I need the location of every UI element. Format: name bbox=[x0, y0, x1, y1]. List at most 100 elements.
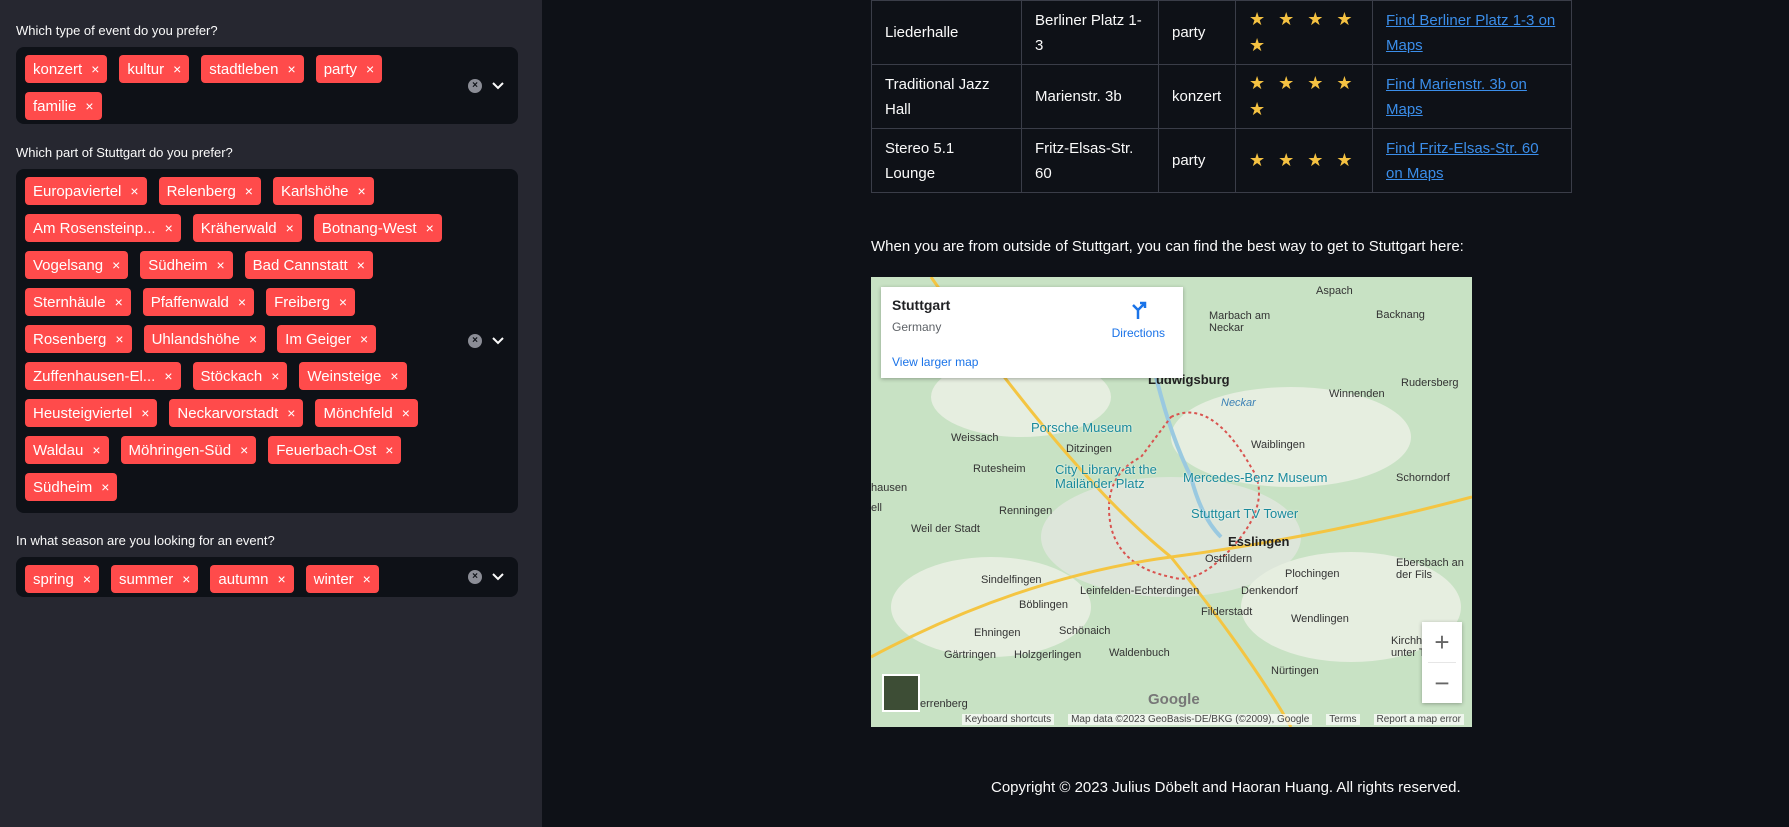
remove-tag-icon[interactable]: × bbox=[85, 98, 93, 114]
map-data-text: Map data ©2023 GeoBasis-DE/BKG (©2009), … bbox=[1068, 713, 1313, 725]
remove-tag-icon[interactable]: × bbox=[164, 368, 172, 384]
zoom-in-button[interactable]: + bbox=[1422, 622, 1462, 662]
remove-tag-icon[interactable]: × bbox=[115, 294, 123, 310]
season-label: In what season are you looking for an ev… bbox=[16, 533, 275, 548]
selected-tag: summer × bbox=[111, 565, 199, 593]
terms-link[interactable]: Terms bbox=[1326, 713, 1360, 725]
tag-label: Kräherwald bbox=[200, 219, 277, 237]
table-row: Stereo 5.1 Lounge Fritz-Elsas-Str. 60 pa… bbox=[871, 128, 1572, 193]
category-cell: konzert bbox=[1158, 64, 1236, 129]
poi-stuttgart-tv-tower[interactable]: Stuttgart TV Tower bbox=[1191, 506, 1298, 521]
selected-tag: Zuffenhausen-El... × bbox=[25, 362, 181, 390]
map-place-label: Leinfelden-Echterdingen bbox=[1080, 585, 1200, 597]
selected-tag: Möhringen-Süd × bbox=[120, 436, 257, 464]
map-place-label: Schorndorf bbox=[1396, 472, 1450, 484]
remove-tag-icon[interactable]: × bbox=[92, 442, 100, 458]
remove-tag-icon[interactable]: × bbox=[339, 294, 347, 310]
remove-tag-icon[interactable]: × bbox=[390, 368, 398, 384]
directions-button[interactable]: Directions bbox=[1112, 299, 1165, 340]
tag-label: Karlshöhe bbox=[280, 182, 349, 200]
map-link-cell: Find Berliner Platz 1-3 on Maps bbox=[1372, 0, 1572, 65]
tag-label: Pfaffenwald bbox=[150, 293, 229, 311]
remove-tag-icon[interactable]: × bbox=[165, 220, 173, 236]
remove-tag-icon[interactable]: × bbox=[141, 405, 149, 421]
category-cell: party bbox=[1158, 128, 1236, 193]
remove-tag-icon[interactable]: × bbox=[426, 220, 434, 236]
rating-cell: ★ ★ ★ ★ ★ bbox=[1235, 64, 1373, 129]
chevron-down-icon[interactable] bbox=[492, 573, 504, 581]
embedded-map[interactable]: Aspach Backnang Marbach am Neckar Ludwig… bbox=[871, 277, 1472, 727]
remove-tag-icon[interactable]: × bbox=[366, 61, 374, 77]
poi-mercedes-benz-museum[interactable]: Mercedes-Benz Museum bbox=[1183, 470, 1328, 485]
selected-tag: Heusteigviertel × bbox=[25, 399, 158, 427]
selected-tag: Mönchfeld × bbox=[315, 399, 418, 427]
remove-tag-icon[interactable]: × bbox=[238, 294, 246, 310]
map-place-label: Nürtingen bbox=[1271, 665, 1319, 677]
poi-city-library[interactable]: City Library at the Mailänder Platz bbox=[1055, 463, 1165, 491]
map-place-label: Waldenbuch bbox=[1109, 647, 1170, 659]
remove-tag-icon[interactable]: × bbox=[182, 571, 190, 587]
remove-tag-icon[interactable]: × bbox=[216, 257, 224, 273]
remove-tag-icon[interactable]: × bbox=[249, 331, 257, 347]
map-card-title: Stuttgart bbox=[892, 297, 951, 313]
maps-link[interactable]: Find Fritz-Elsas-Str. 60 on Maps bbox=[1386, 140, 1539, 182]
remove-tag-icon[interactable]: × bbox=[358, 183, 366, 199]
selected-tag: Neckarvorstadt × bbox=[169, 399, 304, 427]
map-place-label: Rutesheim bbox=[973, 463, 1026, 475]
tag-label: Sternhäule bbox=[33, 293, 106, 311]
remove-tag-icon[interactable]: × bbox=[245, 183, 253, 199]
remove-tag-icon[interactable]: × bbox=[130, 183, 138, 199]
remove-tag-icon[interactable]: × bbox=[288, 61, 296, 77]
remove-tag-icon[interactable]: × bbox=[277, 571, 285, 587]
tag-label: Südheim bbox=[33, 478, 93, 496]
selected-tag: Botnang-West × bbox=[313, 214, 442, 242]
tag-label: Möhringen-Süd bbox=[128, 441, 232, 459]
selected-tag: Vogelsang × bbox=[25, 251, 129, 279]
remove-tag-icon[interactable]: × bbox=[83, 571, 91, 587]
map-place-label: Holzgerlingen bbox=[1014, 649, 1082, 661]
remove-tag-icon[interactable]: × bbox=[357, 257, 365, 273]
map-caption: When you are from outside of Stuttgart, … bbox=[871, 238, 1464, 255]
remove-tag-icon[interactable]: × bbox=[173, 61, 181, 77]
map-place-label: Ditzingen bbox=[1066, 443, 1112, 455]
zoom-controls: + − bbox=[1422, 622, 1462, 703]
remove-tag-icon[interactable]: × bbox=[286, 220, 294, 236]
keyboard-shortcuts-link[interactable]: Keyboard shortcuts bbox=[961, 713, 1055, 725]
selected-tag: Bad Cannstatt × bbox=[244, 251, 373, 279]
maps-link[interactable]: Find Berliner Platz 1-3 on Maps bbox=[1386, 12, 1555, 54]
clear-icon[interactable]: × bbox=[468, 334, 482, 348]
report-error-link[interactable]: Report a map error bbox=[1373, 713, 1464, 725]
remove-tag-icon[interactable]: × bbox=[91, 61, 99, 77]
maps-link[interactable]: Find Marienstr. 3b on Maps bbox=[1386, 76, 1527, 118]
map-place-label: Winnenden bbox=[1329, 388, 1385, 400]
remove-tag-icon[interactable]: × bbox=[287, 405, 295, 421]
venue-cell: Traditional Jazz Hall bbox=[871, 64, 1022, 129]
tag-label: Freiberg bbox=[274, 293, 330, 311]
view-larger-map-link[interactable]: View larger map bbox=[892, 355, 978, 369]
selected-tag: Europaviertel × bbox=[25, 177, 147, 205]
chevron-down-icon[interactable] bbox=[492, 337, 504, 345]
remove-tag-icon[interactable]: × bbox=[402, 405, 410, 421]
map-place-label: Esslingen bbox=[1228, 534, 1290, 549]
directions-icon bbox=[1132, 301, 1147, 319]
chevron-down-icon[interactable] bbox=[492, 81, 504, 90]
remove-tag-icon[interactable]: × bbox=[115, 331, 123, 347]
clear-icon[interactable]: × bbox=[468, 78, 482, 93]
poi-porsche-museum[interactable]: Porsche Museum bbox=[1031, 420, 1132, 435]
map-place-label: Weil der Stadt bbox=[911, 523, 980, 535]
sidebar: Which type of event do you prefer? konze… bbox=[0, 0, 542, 827]
remove-tag-icon[interactable]: × bbox=[240, 442, 248, 458]
district-multiselect[interactable]: Europaviertel × Relenberg × Karlshöhe × Am Ros… bbox=[16, 169, 518, 513]
season-multiselect[interactable]: spring × summer × autumn × winter × × bbox=[16, 557, 518, 597]
zoom-out-button[interactable]: − bbox=[1422, 663, 1462, 703]
remove-tag-icon[interactable]: × bbox=[360, 331, 368, 347]
remove-tag-icon[interactable]: × bbox=[271, 368, 279, 384]
remove-tag-icon[interactable]: × bbox=[363, 571, 371, 587]
satellite-toggle[interactable] bbox=[882, 674, 920, 712]
map-place-label: Ostfildern bbox=[1205, 553, 1253, 565]
remove-tag-icon[interactable]: × bbox=[101, 479, 109, 495]
remove-tag-icon[interactable]: × bbox=[112, 257, 120, 273]
remove-tag-icon[interactable]: × bbox=[385, 442, 393, 458]
clear-icon[interactable]: × bbox=[468, 570, 482, 584]
event-type-multiselect[interactable]: konzert × kultur × stadtleben × party × familie ×… bbox=[16, 47, 518, 124]
